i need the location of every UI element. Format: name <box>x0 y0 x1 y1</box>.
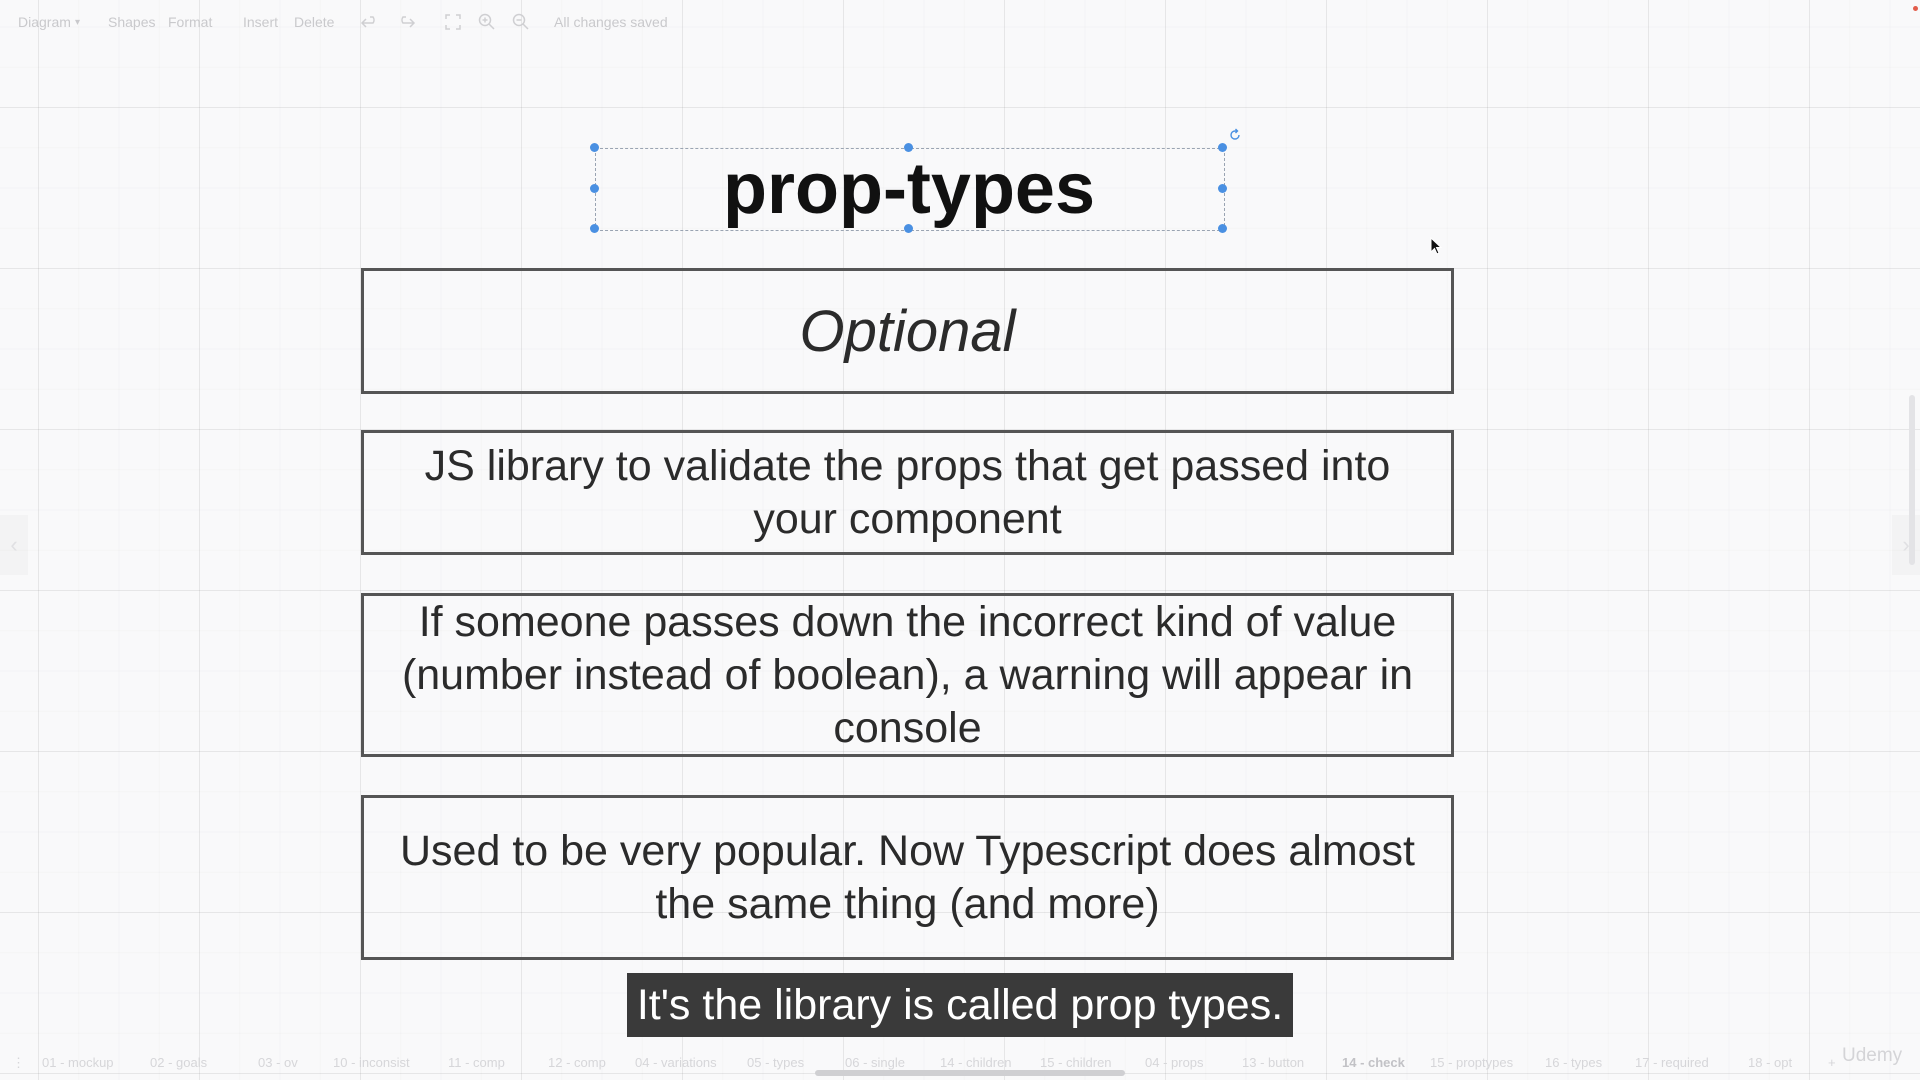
page-tab[interactable]: 12 - comp <box>548 1055 606 1070</box>
resize-handle-w[interactable] <box>590 184 599 193</box>
page-tab[interactable]: 10 - inconsist <box>333 1055 410 1070</box>
popularity-box[interactable]: Used to be very popular. Now Typescript … <box>361 795 1454 960</box>
page-tab[interactable]: 13 - button <box>1242 1055 1304 1070</box>
next-arrow-icon[interactable]: › <box>1892 515 1920 575</box>
resize-handle-n[interactable] <box>904 143 913 152</box>
optional-label: Optional <box>799 298 1016 364</box>
page-tab[interactable]: 16 - types <box>1545 1055 1602 1070</box>
page-tab[interactable]: 04 - props <box>1145 1055 1204 1070</box>
toolbar: Diagram ▾ Shapes Format Insert Delete Al… <box>0 0 1920 44</box>
warning-text: If someone passes down the incorrect kin… <box>401 597 1414 752</box>
page-tab[interactable]: 15 - children <box>1040 1055 1112 1070</box>
zoom-in-icon[interactable] <box>477 12 497 32</box>
undo-icon[interactable] <box>360 12 380 32</box>
zoom-out-icon[interactable] <box>511 12 531 32</box>
delete-button[interactable]: Delete <box>294 14 334 30</box>
shapes-button[interactable]: Shapes <box>108 14 155 30</box>
save-status: All changes saved <box>554 14 668 30</box>
page-tab[interactable]: 02 - goals <box>150 1055 207 1070</box>
page-tab[interactable]: 01 - mockup <box>42 1055 114 1070</box>
page-tab[interactable]: 14 - children <box>940 1055 1012 1070</box>
mouse-cursor-icon <box>1430 237 1443 255</box>
page-tabs: ⋮ 01 - mockup 02 - goals 03 - ov 10 - in… <box>0 1050 1920 1076</box>
chevron-down-icon[interactable]: ▾ <box>75 17 80 28</box>
page-tab[interactable]: 06 - single <box>845 1055 905 1070</box>
page-tab[interactable]: 15 - proptypes <box>1430 1055 1513 1070</box>
page-tab[interactable]: 05 - types <box>747 1055 804 1070</box>
page-tab[interactable]: 11 - comp <box>448 1055 505 1070</box>
resize-handle-s[interactable] <box>904 224 913 233</box>
insert-button[interactable]: Insert <box>243 14 278 30</box>
warning-box[interactable]: If someone passes down the incorrect kin… <box>361 593 1454 757</box>
add-page-icon[interactable]: + <box>1828 1055 1836 1070</box>
page-tab[interactable]: 17 - required <box>1635 1055 1709 1070</box>
resize-handle-nw[interactable] <box>590 143 599 152</box>
slide-title[interactable]: prop-types <box>595 148 1223 229</box>
vertical-scrollbar[interactable] <box>1909 395 1915 565</box>
resize-handle-se[interactable] <box>1218 224 1227 233</box>
udemy-logo: Udemy <box>1842 1045 1903 1066</box>
caption-text: It's the library is called prop types. <box>636 980 1284 1029</box>
redo-icon[interactable] <box>396 12 416 32</box>
page-tab[interactable]: 04 - variations <box>635 1055 717 1070</box>
page-tab-active[interactable]: 14 - check <box>1342 1055 1405 1070</box>
rotate-handle-icon[interactable] <box>1228 128 1242 142</box>
diagram-menu[interactable]: Diagram <box>18 14 71 30</box>
resize-handle-ne[interactable] <box>1218 143 1227 152</box>
prev-arrow-icon[interactable]: ‹ <box>0 515 28 575</box>
page-tab[interactable]: 03 - ov <box>258 1055 298 1070</box>
video-caption: It's the library is called prop types. <box>627 973 1293 1037</box>
optional-box[interactable]: Optional <box>361 268 1454 394</box>
description-text: JS library to validate the props that ge… <box>424 441 1391 543</box>
popularity-text: Used to be very popular. Now Typescript … <box>400 826 1415 928</box>
resize-handle-sw[interactable] <box>590 224 599 233</box>
resize-handle-e[interactable] <box>1218 184 1227 193</box>
format-button[interactable]: Format <box>168 14 212 30</box>
page-tab[interactable]: 18 - opt <box>1748 1055 1792 1070</box>
description-box[interactable]: JS library to validate the props that ge… <box>361 430 1454 555</box>
more-pages-icon[interactable]: ⋮ <box>12 1055 25 1071</box>
fullscreen-icon[interactable] <box>443 12 463 32</box>
